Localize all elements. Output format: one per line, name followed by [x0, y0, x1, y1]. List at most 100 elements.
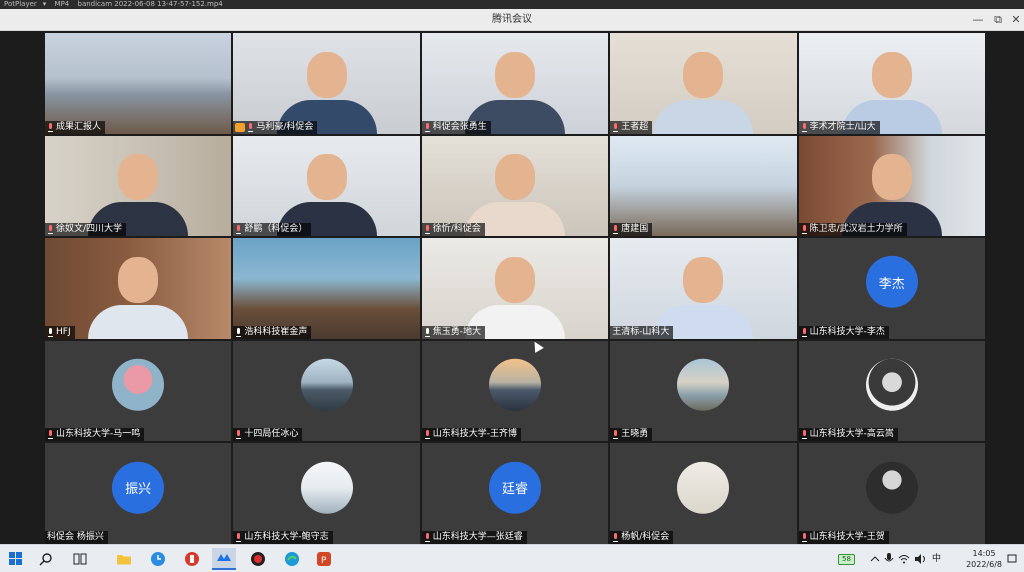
powerpoint-icon[interactable]: P [312, 548, 336, 570]
window-title: 腾讯会议 [492, 14, 532, 25]
participant-tile[interactable]: 王清标-山科大 [610, 238, 797, 339]
participant-name: 山东科技大学-王贺 [809, 531, 885, 542]
player-format: MP4 [54, 0, 70, 8]
participant-tile[interactable]: 徐忻/科促会 [421, 135, 609, 237]
mic-muted-icon [47, 225, 54, 235]
participant-name: 科促会 杨振兴 [47, 531, 104, 542]
network-icon[interactable] [898, 545, 910, 572]
windows-icon[interactable] [4, 548, 28, 570]
mic-muted-icon [424, 122, 431, 132]
task-view-icon[interactable] [68, 548, 92, 570]
participant-tile[interactable]: 山东科技大学-高云嵩 [798, 340, 985, 442]
participant-tile[interactable]: 浩科科技崔金声 [233, 238, 420, 339]
participant-tile[interactable]: 山东科技大学-王齐博 [421, 340, 609, 442]
app-red-icon[interactable] [180, 548, 204, 570]
participant-name-bar: 陈卫忠/武汉岩土力学所 [798, 223, 907, 237]
host-icon [235, 122, 246, 132]
participant-tile[interactable]: 陈卫忠/武汉岩土力学所 [798, 135, 985, 237]
clock-app-icon[interactable] [146, 548, 170, 570]
avatar: 振兴 [112, 461, 165, 514]
participant-name: 焦玉勇-地大 [432, 326, 482, 337]
search-icon[interactable] [34, 548, 58, 570]
file-explorer-icon[interactable] [112, 548, 136, 570]
microphone-icon[interactable] [884, 545, 894, 572]
participant-name: 李术才院士/山大 [809, 121, 876, 132]
restore-button[interactable]: ⧉ [988, 9, 1008, 31]
participant-name-bar: 山东科技大学—张廷睿 [421, 530, 527, 544]
participant-name-bar: 山东科技大学-马一鸣 [45, 428, 145, 442]
participant-tile[interactable]: 山东科技大学-马一鸣 [45, 340, 232, 442]
participant-tile[interactable]: 王晓勇 [610, 340, 797, 442]
participant-tile[interactable]: 振兴科促会 杨振兴 [45, 443, 232, 544]
video-feed [45, 33, 232, 134]
participant-tile[interactable]: 山东科技大学-王贺 [798, 443, 985, 544]
record-icon[interactable] [246, 548, 270, 570]
tray-up-icon[interactable] [870, 545, 880, 572]
video-feed [610, 135, 797, 237]
participant-tile[interactable]: 王者超 [610, 33, 797, 134]
clock-time: 14:05 [972, 549, 996, 558]
participant-tile[interactable]: 李术才院士/山大 [798, 33, 985, 134]
participant-tile[interactable]: 成果汇报人 [45, 33, 232, 134]
participant-name-bar: 杨帆/科促会 [610, 530, 674, 544]
mic-muted-icon [235, 532, 242, 542]
mic-muted-icon [424, 532, 431, 542]
avatar [300, 461, 353, 514]
mic-muted-icon [47, 122, 54, 132]
participant-tile[interactable]: 廷睿 山东科技大学—张廷睿 [421, 443, 609, 544]
participant-name-bar: 十四局任冰心 [233, 428, 303, 442]
mic-muted-icon [801, 327, 808, 337]
tencent-meeting-icon[interactable] [212, 548, 236, 570]
participant-name-bar: 成果汇报人 [45, 120, 106, 134]
participant-name-bar: 山东科技大学-鲍守志 [233, 530, 333, 544]
participant-tile[interactable]: 山东科技大学-鲍守志 [233, 443, 420, 544]
participant-name: 徐忻/科促会 [432, 224, 481, 235]
avatar [865, 358, 918, 411]
battery-indicator[interactable]: 58 [838, 545, 855, 572]
mic-muted-icon [801, 122, 808, 132]
player-app-name[interactable]: PotPlayer [4, 0, 37, 8]
volume-icon[interactable] [914, 545, 926, 572]
clock-date: 2022/6/8 [966, 560, 1002, 569]
avatar [677, 358, 730, 411]
mic-muted-icon [235, 225, 242, 235]
participant-name-bar: 王者超 [610, 120, 653, 134]
mic-icon [424, 327, 431, 337]
participant-tile[interactable]: 焦玉勇-地大 [421, 238, 609, 339]
participant-name: 浩科科技崔金声 [244, 326, 308, 337]
participant-tile[interactable]: 科促会张勇生 [421, 33, 609, 134]
close-button[interactable]: ✕ [1006, 9, 1024, 31]
participant-name: 杨帆/科促会 [621, 531, 670, 542]
player-file-name: bandicam 2022-06-08 13-47-57-152.mp4 [77, 0, 223, 8]
participant-tile[interactable]: 十四局任冰心 [233, 340, 420, 442]
video-stage: 成果汇报人 马利豪/科促会 科促会张勇生 王者超 李术才院士/山大徐奴文/四川大学 舒鹏（… [0, 31, 1024, 544]
notification-icon[interactable] [1004, 548, 1020, 570]
participant-tile[interactable]: 徐奴文/四川大学 [45, 135, 232, 237]
ime-indicator[interactable]: 中 [932, 545, 941, 572]
minimize-button[interactable]: — [968, 9, 988, 31]
participant-name: 马利豪/科促会 [256, 121, 314, 132]
participant-name: 舒鹏（科促会） [244, 224, 308, 235]
participant-name-bar: 科促会 杨振兴 [45, 530, 108, 544]
participant-name: 山东科技大学-鲍守志 [244, 531, 329, 542]
avatar [488, 358, 541, 411]
participant-name-bar: 科促会张勇生 [421, 120, 491, 134]
mic-muted-icon [47, 430, 54, 440]
edge-browser-icon[interactable] [280, 548, 304, 570]
participant-name-bar: 王清标-山科大 [610, 325, 674, 339]
participant-name-bar: 舒鹏（科促会） [233, 223, 312, 237]
participant-tile[interactable]: 唐建国 [610, 135, 797, 237]
participant-tile[interactable]: 舒鹏（科促会） [233, 135, 420, 237]
participant-tile[interactable]: 杨帆/科促会 [610, 443, 797, 544]
participant-tile[interactable]: 马利豪/科促会 [233, 33, 420, 134]
participant-tile[interactable]: 李杰 山东科技大学-李杰 [798, 238, 985, 339]
participant-name: 王清标-山科大 [612, 326, 670, 337]
clock[interactable]: 14:05 2022/6/8 [966, 548, 1002, 570]
mic-muted-icon [235, 430, 242, 440]
participant-tile[interactable]: HFJ [45, 238, 232, 339]
participant-name: 徐奴文/四川大学 [56, 224, 123, 235]
mic-muted-icon [612, 122, 619, 132]
participant-name-bar: 王晓勇 [610, 428, 653, 442]
player-menu-arrow[interactable]: ▾ [43, 0, 47, 8]
player-bar: PotPlayer ▾ MP4 bandicam 2022-06-08 13-47… [0, 0, 1024, 9]
